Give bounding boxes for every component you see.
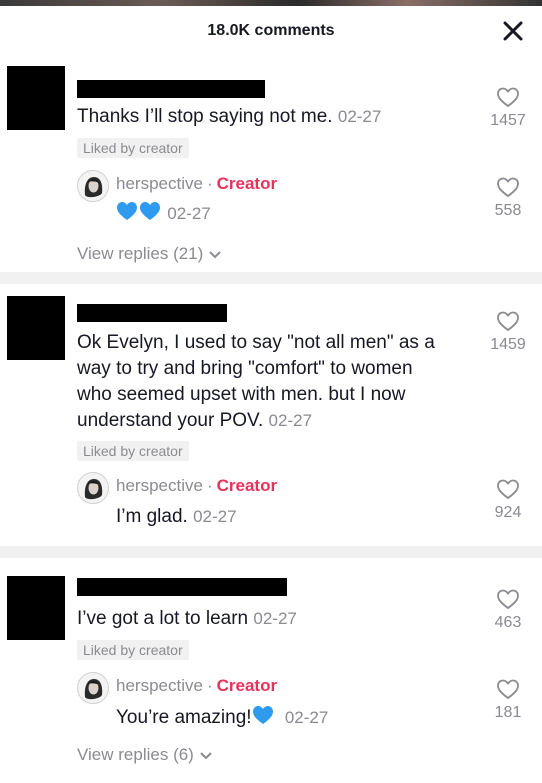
reply-like-button[interactable]: 181: [482, 678, 534, 722]
comment-text: I’ve got a lot to learn 02-27: [77, 608, 297, 629]
comment-text: Thanks I’ll stop saying not me. 02-27: [77, 106, 382, 127]
liked-by-creator-badge: Liked by creator: [77, 640, 189, 660]
creator-avatar[interactable]: [77, 472, 109, 504]
creator-avatar-image: [78, 473, 108, 503]
reply-text: I’m glad. 02-27: [116, 506, 237, 527]
creator-avatar-image: [78, 673, 108, 703]
liked-by-creator-badge: Liked by creator: [77, 138, 189, 158]
comment-date: 02-27: [253, 609, 297, 628]
avatar-redacted[interactable]: [7, 576, 65, 640]
username-redacted[interactable]: [77, 304, 227, 322]
reply-author[interactable]: herspective · Creator: [116, 476, 277, 496]
reply-like-count: 558: [494, 202, 522, 219]
view-replies-link[interactable]: View replies (6): [77, 745, 213, 765]
avatar-redacted[interactable]: [7, 66, 65, 130]
reply-like-button[interactable]: 924: [482, 478, 534, 522]
comment-text: Ok Evelyn, I used to say "not all men" a…: [77, 332, 435, 431]
avatar-redacted[interactable]: [7, 296, 65, 360]
username-redacted[interactable]: [77, 80, 265, 98]
creator-avatar[interactable]: [77, 672, 109, 704]
reply-author[interactable]: herspective · Creator: [116, 174, 277, 194]
creator-avatar[interactable]: [77, 170, 109, 202]
heart-outline-icon[interactable]: [496, 310, 520, 332]
reply-like-count: 181: [494, 704, 522, 721]
creator-label: Creator: [216, 174, 278, 193]
chevron-down-icon: [199, 751, 212, 759]
creator-label: Creator: [216, 676, 278, 695]
blue-heart-emoji-icon: [117, 202, 160, 220]
section-divider: [0, 546, 542, 558]
like-count: 1459: [490, 336, 526, 353]
reply-like-count: 924: [494, 504, 522, 521]
comments-count-title: 18.0K comments: [207, 22, 335, 39]
reply-text: You’re amazing! 02-27: [116, 704, 328, 731]
reply-author[interactable]: herspective · Creator: [116, 676, 277, 696]
reply-date: 02-27: [167, 204, 211, 223]
comments-header: 18.0K comments: [0, 6, 542, 58]
close-icon[interactable]: [500, 18, 526, 44]
username-redacted[interactable]: [77, 578, 287, 596]
liked-by-creator-badge: Liked by creator: [77, 441, 189, 461]
like-count: 1457: [490, 112, 526, 129]
comment-date: 02-27: [268, 411, 313, 430]
heart-outline-icon[interactable]: [496, 478, 520, 500]
heart-outline-icon[interactable]: [496, 86, 520, 108]
reply-date: 02-27: [284, 708, 329, 727]
heart-outline-icon[interactable]: [496, 678, 520, 700]
creator-avatar-image: [78, 171, 108, 201]
blue-heart-emoji-icon: [252, 706, 273, 724]
creator-label: Creator: [216, 476, 278, 495]
reply-text: 02-27: [116, 200, 211, 227]
chevron-down-icon: [209, 250, 221, 258]
like-count: 463: [494, 614, 522, 631]
view-replies-link[interactable]: View replies (21): [77, 244, 222, 264]
comment-date: 02-27: [337, 107, 382, 126]
like-button[interactable]: 1459: [482, 310, 534, 354]
reply-like-button[interactable]: 558: [482, 176, 534, 220]
like-button[interactable]: 463: [482, 588, 534, 632]
reply-date: 02-27: [193, 507, 237, 526]
heart-outline-icon[interactable]: [496, 588, 520, 610]
heart-outline-icon[interactable]: [496, 176, 520, 198]
section-divider: [0, 272, 542, 284]
like-button[interactable]: 1457: [482, 86, 534, 130]
